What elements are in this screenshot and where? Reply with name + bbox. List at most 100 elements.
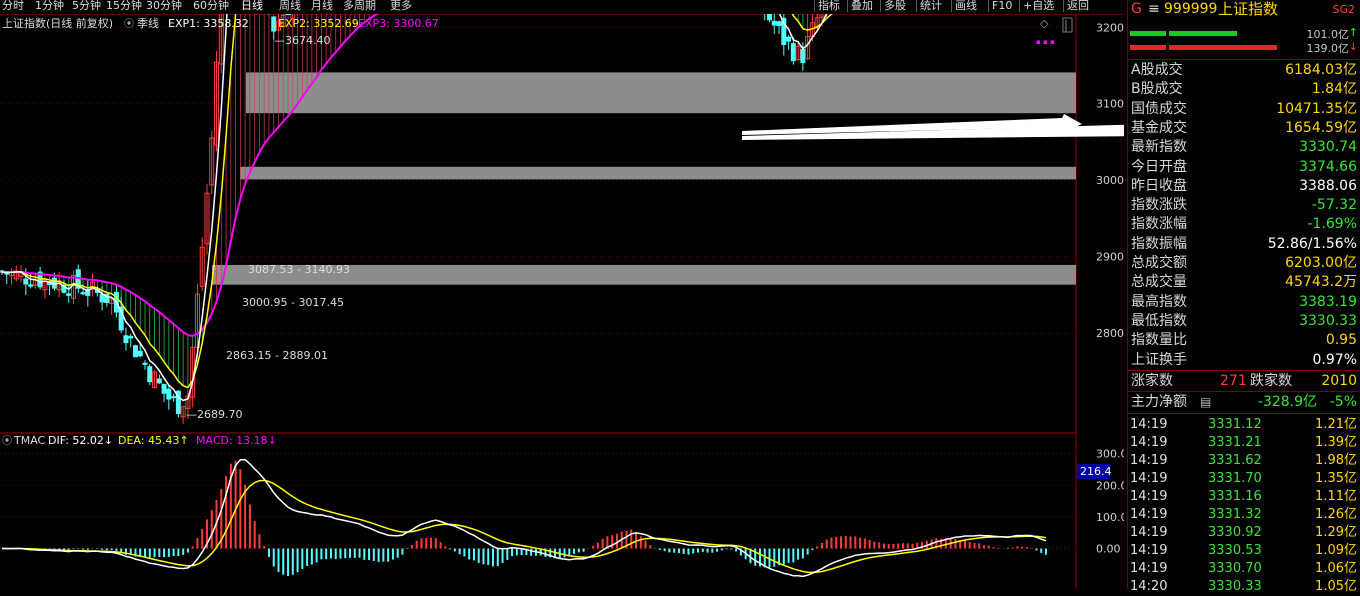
tab-9[interactable]: 多周期 [343, 0, 376, 12]
candle-body[interactable] [132, 345, 138, 358]
quote-label: 最高指数 [1131, 293, 1187, 310]
candle-body[interactable] [28, 284, 34, 287]
candle-body[interactable] [776, 21, 782, 27]
tick-vol: 1.35亿 [1315, 471, 1357, 486]
chart-area[interactable]: 上证指数(日线 前复权) ⦿ 季线 EXP1: 3358.32 EXP2: 3352.6… [0, 14, 1124, 589]
tick-price: 3331.16 [1208, 489, 1262, 504]
tick-row[interactable]: 14:19 3331.21 1.39亿 [1128, 434, 1359, 452]
quote-row: 最新指数 3330.74 [1128, 138, 1359, 157]
toolbar-button-0[interactable]: 指标 [814, 0, 843, 12]
quote-value: -57.32 [1311, 197, 1357, 214]
tick-row[interactable]: 14:19 3331.32 1.26亿 [1128, 506, 1359, 524]
candle-body[interactable] [285, 14, 291, 16]
macd-axis-tick: 300.0 [1096, 448, 1124, 461]
quote-value: 3388.06 [1299, 177, 1357, 194]
quote-row: 指数量比 0.95 [1128, 331, 1359, 350]
decliners-label: 跌家数 [1250, 373, 1292, 389]
candle-body[interactable] [767, 14, 773, 21]
candle-body[interactable] [80, 292, 86, 295]
toolbar-button-2[interactable]: 多股 [880, 0, 909, 12]
candle-body[interactable] [142, 362, 148, 365]
tab-5[interactable]: 60分钟 [193, 0, 229, 12]
dea-line [2, 479, 1047, 574]
scrollbar-thumb[interactable] [1062, 17, 1073, 33]
stock-code: 999999 [1164, 1, 1218, 17]
tab-2[interactable]: 5分钟 [72, 0, 101, 12]
panel-divider [1128, 370, 1359, 371]
tab-8[interactable]: 月线 [311, 0, 333, 12]
doc-icon[interactable]: ▤ [1200, 393, 1211, 412]
quote-label: 昨日收盘 [1131, 177, 1187, 194]
tick-price: 3331.32 [1208, 507, 1262, 522]
candle-body[interactable] [137, 350, 143, 357]
menu-icon[interactable]: ≡ [1148, 0, 1160, 18]
tick-row[interactable]: 14:19 3330.53 1.09亿 [1128, 542, 1359, 560]
group-prefix[interactable]: G [1131, 0, 1142, 18]
tick-row[interactable]: 14:19 3331.16 1.11亿 [1128, 488, 1359, 506]
net-flow-value: -328.9亿 [1257, 394, 1317, 410]
tab-3[interactable]: 15分钟 [106, 0, 142, 12]
sg-badge[interactable]: SG2 [1332, 1, 1355, 19]
toolbar-button-1[interactable]: 叠加 [847, 0, 876, 12]
tick-time: 14:19 [1130, 453, 1168, 468]
candle-body[interactable] [786, 36, 792, 42]
tab-4[interactable]: 30分钟 [146, 0, 182, 12]
quote-label: 指数涨幅 [1131, 216, 1187, 233]
outflow-bar [1169, 45, 1277, 50]
quote-label: A股成交 [1131, 62, 1183, 78]
tick-row[interactable]: 14:19 3330.70 1.06亿 [1128, 560, 1359, 578]
tick-row[interactable]: 14:19 3330.92 1.29亿 [1128, 524, 1359, 542]
tick-price: 3331.21 [1208, 435, 1262, 450]
candle-body[interactable] [156, 378, 162, 384]
stock-chart-app: 分时 1分钟 5分钟 15分钟 30分钟 60分钟 日线 周线 月线 多周期 更多 指标 叠加 多股 统计画… [0, 0, 1360, 594]
tick-vol: 1.09亿 [1315, 543, 1357, 558]
tab-0[interactable]: 分时 [2, 0, 24, 12]
candle-body[interactable] [66, 293, 72, 296]
advancers-value: 271 [1220, 373, 1247, 389]
candle-body[interactable] [800, 49, 806, 64]
price-axis-tick: 2900 [1096, 251, 1124, 264]
tick-time: 14:19 [1130, 435, 1168, 450]
tick-vol: 1.11亿 [1315, 489, 1357, 504]
panel-divider [1128, 413, 1359, 414]
quote-value: -1.69% [1307, 216, 1357, 233]
macd-axis-tick: 0.00 [1096, 543, 1121, 556]
tick-price: 3331.70 [1208, 471, 1262, 486]
tick-price: 3330.70 [1208, 561, 1262, 576]
tab-6[interactable]: 日线 [241, 0, 263, 12]
candle-body[interactable] [790, 43, 796, 62]
decliners-value: 2010 [1321, 373, 1357, 389]
candle-body[interactable] [171, 396, 177, 399]
candle-body[interactable] [166, 388, 172, 400]
tick-time: 14:20 [1130, 579, 1168, 594]
tick-row[interactable]: 14:19 3331.70 1.35亿 [1128, 470, 1359, 488]
quote-label: 总成交额 [1131, 255, 1187, 271]
candle-body[interactable] [771, 20, 777, 26]
quote-panel: G ≡ 999999 上证指数 SG2 101.0亿 ↑ 139.0亿 ↓ A股… [1127, 0, 1360, 594]
tab-7[interactable]: 周线 [279, 0, 301, 12]
candle-body[interactable] [271, 16, 277, 32]
candle-body[interactable] [123, 335, 129, 344]
candle-body[interactable] [128, 335, 134, 339]
toolbar-button-3[interactable]: 统计 [916, 0, 945, 12]
zone-label: 3000.95 - 3017.45 [242, 296, 344, 309]
tick-vol: 1.29亿 [1315, 525, 1357, 540]
tab-1[interactable]: 1分钟 [35, 0, 64, 12]
tick-price: 3330.92 [1208, 525, 1262, 540]
tab-10[interactable]: 更多 [390, 0, 412, 12]
tick-row[interactable]: 14:20 3330.33 1.05亿 [1128, 578, 1359, 596]
candle-body[interactable] [23, 278, 29, 285]
tick-row[interactable]: 14:19 3331.62 1.98亿 [1128, 452, 1359, 470]
candle-body[interactable] [147, 366, 153, 383]
toolbar-button-5[interactable]: F10 [988, 0, 1015, 12]
toolbar-button-4[interactable]: 画线 [951, 0, 980, 12]
toolbar-button-7[interactable]: 返回 [1063, 0, 1092, 12]
net-flow: 主力净额 ▤ -328.9亿 -5% [1128, 393, 1359, 412]
tick-row[interactable]: 14:19 3331.12 1.21亿 [1128, 416, 1359, 434]
quote-value: 3330.33 [1299, 312, 1357, 329]
quote-value: 10471.35亿 [1276, 100, 1357, 117]
quote-value: 6203.00亿 [1285, 255, 1357, 271]
toolbar-button-6[interactable]: +自选 [1019, 0, 1057, 12]
stock-name: 上证指数 [1218, 0, 1279, 18]
candle-body[interactable] [161, 383, 167, 394]
